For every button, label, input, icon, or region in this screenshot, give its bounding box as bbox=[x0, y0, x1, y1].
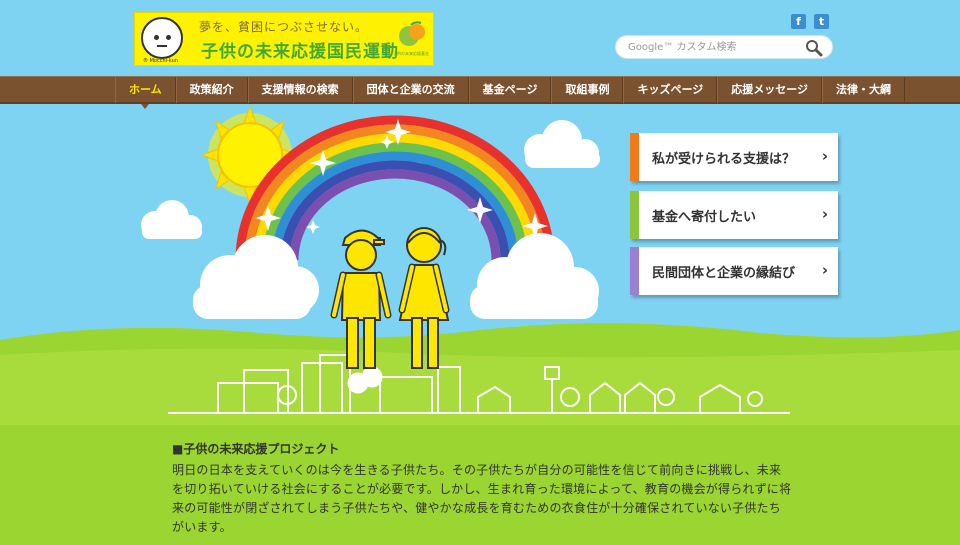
nav-item-fund[interactable]: 基金ページ bbox=[468, 77, 552, 103]
nav-item-support-search[interactable]: 支援情報の検索 bbox=[247, 77, 353, 103]
nav-item-home[interactable]: ホーム bbox=[115, 77, 176, 109]
site-logo[interactable]: ® Mocchi-kun 夢を、貧困につぶさせない。 子供の未来応援国民運動 子… bbox=[134, 12, 434, 66]
cta-donate-button[interactable]: 基金へ寄付したい › bbox=[630, 191, 838, 239]
cloud-icon bbox=[141, 200, 202, 239]
cta-color-bar bbox=[630, 191, 639, 239]
chevron-right-icon: › bbox=[821, 261, 828, 279]
section-body: 明日の日本を支えていくのは今を生きる子供たち。その子供たちが自分の可能性を信じて… bbox=[172, 463, 792, 534]
cloud-icon bbox=[193, 235, 319, 319]
cta-support-button[interactable]: 私が受けられる支援は？ › bbox=[630, 133, 838, 181]
main-nav: ホーム 政策紹介 支援情報の検索 団体と企業の交流 基金ページ 取組事例 キッズ… bbox=[0, 76, 960, 109]
mascot-face-icon bbox=[141, 17, 183, 59]
nav-item-policy[interactable]: 政策紹介 bbox=[175, 77, 248, 103]
cta-label: 基金へ寄付したい bbox=[652, 210, 757, 225]
cloud-icon bbox=[524, 120, 600, 168]
section-heading: ■子供の未来応援プロジェクト bbox=[172, 442, 340, 456]
nav-item-kids[interactable]: キッズページ bbox=[623, 77, 718, 103]
nav-item-messages[interactable]: 応援メッセージ bbox=[717, 77, 823, 103]
nav-item-org-exchange[interactable]: 団体と企業の交流 bbox=[352, 77, 469, 103]
facebook-icon[interactable]: f bbox=[791, 14, 806, 29]
cta-matching-button[interactable]: 民間団体と企業の縁結び › bbox=[630, 247, 838, 295]
cta-color-bar bbox=[630, 133, 639, 181]
chevron-right-icon: › bbox=[821, 205, 828, 223]
project-intro: ■子供の未来応援プロジェクト 明日の日本を支えていくのは今を生きる子供たち。その… bbox=[172, 440, 792, 537]
search-icon[interactable] bbox=[805, 39, 823, 57]
cta-label: 私が受けられる支援は？ bbox=[652, 152, 796, 167]
search-input[interactable] bbox=[628, 39, 798, 55]
logo-title: 子供の未来応援国民運動 bbox=[201, 42, 399, 62]
cta-label: 民間団体と企業の縁結び bbox=[652, 266, 796, 281]
hero-illustration: 私が受けられる支援は？ › 基金へ寄付したい › 民間団体と企業の縁結び › bbox=[0, 105, 960, 425]
nav-item-cases[interactable]: 取組事例 bbox=[551, 77, 624, 103]
chevron-right-icon: › bbox=[821, 147, 828, 165]
cloud-icon bbox=[470, 233, 599, 319]
logo-tagline: 夢を、貧困につぶさせない。 bbox=[199, 20, 369, 34]
site-header: ® Mocchi-kun 夢を、貧困につぶさせない。 子供の未来応援国民運動 子… bbox=[0, 0, 960, 76]
mascot-caption: ® Mocchi-kun bbox=[143, 58, 178, 64]
nav-item-law[interactable]: 法律・大綱 bbox=[822, 77, 906, 103]
twitter-icon[interactable]: t bbox=[814, 14, 829, 29]
cta-color-bar bbox=[630, 247, 639, 295]
search-box bbox=[615, 35, 833, 59]
fund-mark-icon bbox=[399, 21, 425, 46]
fund-mark-caption: 子供の未来応援基金 bbox=[393, 51, 429, 56]
